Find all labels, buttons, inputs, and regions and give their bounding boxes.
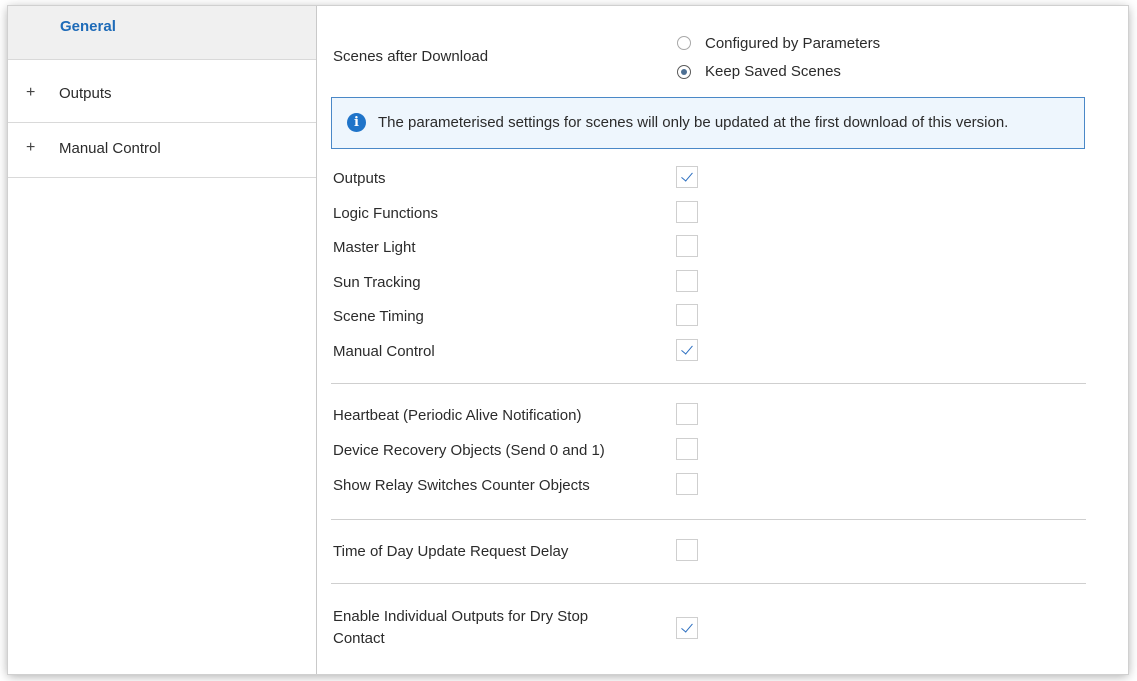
radio-label[interactable]: Keep Saved Scenes — [705, 63, 841, 80]
heartbeat-label: Heartbeat (Periodic Alive Notification) — [333, 407, 582, 424]
expand-plus-icon[interactable]: + — [26, 84, 35, 102]
manual-control-checkbox[interactable] — [676, 339, 698, 361]
outputs-label: Outputs — [333, 170, 386, 187]
sidebar-item-manual-control[interactable]: + Manual Control — [8, 124, 316, 178]
dry-stop-checkbox[interactable] — [676, 617, 698, 639]
scene-timing-label: Scene Timing — [333, 308, 424, 325]
info-icon: i — [347, 113, 366, 132]
divider — [331, 383, 1086, 384]
sidebar-item-label: Manual Control — [59, 140, 161, 157]
radio-label[interactable]: Configured by Parameters — [705, 35, 880, 52]
info-text: The parameterised settings for scenes wi… — [378, 114, 1009, 131]
logic-functions-label: Logic Functions — [333, 205, 439, 222]
dry-stop-label-line1: Enable Individual Outputs for Dry Stop — [333, 608, 589, 625]
dry-stop-label-line2: Contact — [333, 630, 385, 647]
sun-tracking-label: Sun Tracking — [333, 274, 421, 291]
info-banner: i The parameterised settings for scenes … — [331, 97, 1085, 149]
master-light-label: Master Light — [333, 239, 416, 256]
sidebar-item-outputs[interactable]: + Outputs — [8, 69, 316, 123]
expand-plus-icon[interactable]: + — [26, 139, 35, 157]
radio-configured-by-parameters[interactable] — [677, 36, 691, 50]
device-recovery-label: Device Recovery Objects (Send 0 and 1) — [333, 442, 605, 459]
sidebar-item-label: Outputs — [59, 85, 112, 102]
master-light-checkbox[interactable] — [676, 235, 698, 257]
relay-counter-label: Show Relay Switches Counter Objects — [333, 477, 590, 494]
radio-keep-saved-scenes[interactable] — [677, 65, 691, 79]
manual-control-label: Manual Control — [333, 343, 435, 360]
scene-timing-checkbox[interactable] — [676, 304, 698, 326]
sidebar-item-general[interactable]: General — [8, 6, 316, 60]
window: General + Outputs + Manual Control Scene… — [8, 6, 1128, 674]
sidebar-item-label: General — [60, 18, 116, 35]
sidebar: General + Outputs + Manual Control — [8, 6, 317, 674]
outputs-checkbox[interactable] — [676, 166, 698, 188]
scenes-after-download-label: Scenes after Download — [333, 48, 489, 65]
sun-tracking-checkbox[interactable] — [676, 270, 698, 292]
logic-functions-checkbox[interactable] — [676, 201, 698, 223]
relay-counter-checkbox[interactable] — [676, 473, 698, 495]
divider — [331, 519, 1086, 520]
device-recovery-checkbox[interactable] — [676, 438, 698, 460]
time-of-day-label: Time of Day Update Request Delay — [333, 543, 569, 560]
parameters-panel: Scenes after Download Configured by Para… — [316, 6, 1128, 674]
time-of-day-checkbox[interactable] — [676, 539, 698, 561]
heartbeat-checkbox[interactable] — [676, 403, 698, 425]
divider — [331, 583, 1086, 584]
